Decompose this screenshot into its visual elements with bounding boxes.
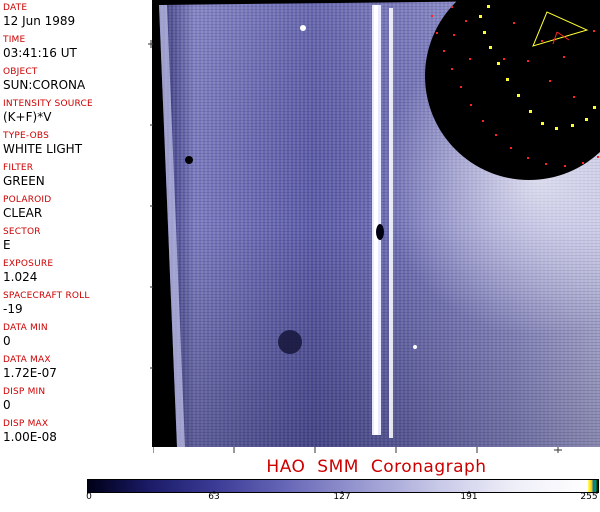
exposure-value: 1.024 [3,270,38,284]
metadata-panel: DATE 12 Jun 1989 TIME 03:41:16 UT OBJECT… [0,0,153,447]
intensity-source-field: INTENSITY SOURCE (K+F)*V [3,99,149,124]
time-label: TIME [3,35,26,45]
time-value: 03:41:16 UT [3,46,77,60]
polaroid-value: CLEAR [3,206,43,220]
disp-min-field: DISP MIN 0 [3,387,149,412]
intensity-source-value: (K+F)*V [3,110,52,124]
type-obs-field: TYPE-OBS WHITE LIGHT [3,131,149,156]
exposure-label: EXPOSURE [3,259,54,269]
object-field: OBJECT SUN:CORONA [3,67,149,92]
disp-max-label: DISP MAX [3,419,49,429]
coronagraph-image[interactable] [153,0,600,447]
spacecraft-roll-value: -19 [3,302,23,316]
polaroid-label: POLAROID [3,195,52,205]
type-obs-value: WHITE LIGHT [3,142,83,156]
disp-min-value: 0 [3,398,11,412]
filter-label: FILTER [3,163,34,173]
color-scale-tick-255: 255 [580,492,598,502]
color-scale-tick-0: 0 [86,492,92,502]
time-field: TIME 03:41:16 UT [3,35,149,60]
filter-field: FILTER GREEN [3,163,149,188]
color-scale-tick-191: 191 [460,492,478,502]
data-max-label: DATA MAX [3,355,51,365]
data-min-label: DATA MIN [3,323,48,333]
disp-max-field: DISP MAX 1.00E-08 [3,419,149,444]
disp-min-label: DISP MIN [3,387,46,397]
date-value: 12 Jun 1989 [3,14,76,28]
object-value: SUN:CORONA [3,78,86,92]
instrument-title: HAO SMM Coronagraph [266,457,487,477]
bottom-axis-ticks [153,447,562,453]
data-max-field: DATA MAX 1.72E-07 [3,355,149,380]
spacecraft-roll-field: SPACECRAFT ROLL -19 [3,291,149,316]
disp-max-value: 1.00E-08 [3,430,57,444]
color-scale-tick-127: 127 [333,492,351,502]
spacecraft-roll-label: SPACECRAFT ROLL [3,291,90,301]
polaroid-field: POLAROID CLEAR [3,195,149,220]
object-label: OBJECT [3,67,38,77]
color-scale-tick-63: 63 [208,492,220,502]
sector-field: SECTOR E [3,227,149,252]
data-min-field: DATA MIN 0 [3,323,149,348]
sector-value: E [3,238,11,252]
date-label: DATE [3,3,28,13]
data-max-value: 1.72E-07 [3,366,57,380]
data-min-value: 0 [3,334,11,348]
exposure-field: EXPOSURE 1.024 [3,259,149,284]
date-field: DATE 12 Jun 1989 [3,3,149,28]
sector-label: SECTOR [3,227,41,237]
filter-value: GREEN [3,174,45,188]
type-obs-label: TYPE-OBS [3,131,50,141]
coronagraph-image-render [153,0,600,447]
intensity-source-label: INTENSITY SOURCE [3,99,93,109]
